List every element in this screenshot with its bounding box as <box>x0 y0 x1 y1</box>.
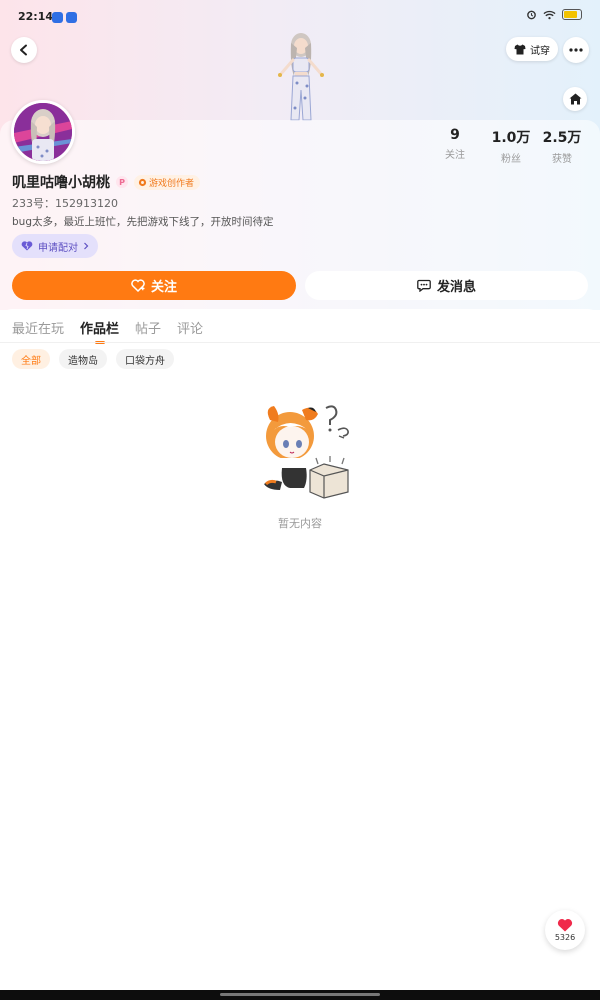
avatar-image <box>14 103 72 161</box>
stat-likes[interactable]: 2.5万 获赞 <box>537 127 587 165</box>
home-indicator[interactable] <box>220 993 380 996</box>
try-on-label: 试穿 <box>530 45 550 57</box>
stat-value: 2.5万 <box>542 130 582 146</box>
tab-divider <box>0 342 600 343</box>
notification-app-icon <box>52 12 63 23</box>
battery-icon <box>562 9 582 20</box>
filter-chip-all[interactable]: 全部 <box>12 349 50 369</box>
wifi-icon <box>543 10 556 19</box>
profile-tabs: 最近在玩 作品栏 帖子 评论 <box>12 318 203 340</box>
alarm-icon <box>527 10 536 20</box>
back-icon <box>20 44 27 56</box>
level-badge[interactable]: P <box>116 176 128 188</box>
stat-value: 1.0万 <box>491 130 531 146</box>
home-button[interactable] <box>563 87 587 111</box>
notification-app-icon-2 <box>66 12 77 23</box>
match-button[interactable]: 申请配对 <box>12 234 98 258</box>
stat-label: 获赞 <box>552 154 572 165</box>
avatar[interactable] <box>11 100 75 164</box>
shirt-icon <box>514 44 526 54</box>
like-count: 5326 <box>554 933 576 942</box>
home-icon <box>569 93 581 105</box>
more-button[interactable] <box>563 37 589 63</box>
filter-chip-creation-island[interactable]: 造物岛 <box>59 349 107 369</box>
profile-page: 22:14 试穿 9 关注 1.0万 粉丝 2.5万 获赞 叽里咕噜小胡桃 P … <box>0 0 600 1000</box>
follow-heart-icon <box>131 279 145 292</box>
chat-icon <box>417 279 431 292</box>
username-row: 叽里咕噜小胡桃 P 游戏创作者 <box>12 172 201 192</box>
follow-label: 关注 <box>150 280 177 295</box>
tab-recently-played[interactable]: 最近在玩 <box>12 318 64 340</box>
match-label: 申请配对 <box>38 242 78 254</box>
stat-label: 关注 <box>445 150 465 161</box>
message-button[interactable]: 发消息 <box>305 271 588 300</box>
username: 叽里咕噜小胡桃 <box>12 175 110 191</box>
tab-posts[interactable]: 帖子 <box>135 318 161 340</box>
character-figure <box>278 33 324 121</box>
creator-badge-label: 游戏创作者 <box>149 178 195 189</box>
tab-comments[interactable]: 评论 <box>177 318 203 340</box>
stats-row: 9 关注 1.0万 粉丝 2.5万 获赞 <box>420 127 600 167</box>
status-time: 22:14 <box>18 10 54 23</box>
empty-state-illustration <box>264 405 349 499</box>
stat-label: 粉丝 <box>501 154 521 165</box>
follow-button[interactable]: 关注 <box>12 271 296 300</box>
chevron-right-icon <box>84 242 89 250</box>
stat-followers[interactable]: 1.0万 粉丝 <box>486 127 536 165</box>
creator-icon <box>138 178 147 186</box>
heart-icon <box>557 919 573 932</box>
filter-chip-pocket-ark[interactable]: 口袋方舟 <box>116 349 174 369</box>
back-button[interactable] <box>11 37 37 63</box>
heart-broken-icon <box>21 241 33 251</box>
empty-state-text: 暂无内容 <box>278 517 322 530</box>
more-icon <box>569 48 583 52</box>
try-on-button[interactable]: 试穿 <box>506 37 558 61</box>
filter-chips: 全部 造物岛 口袋方舟 <box>12 349 174 369</box>
stat-following[interactable]: 9 关注 <box>430 127 480 161</box>
user-id: 233号：152913120 <box>12 197 118 210</box>
bio: bug太多，最近上班忙，先把游戏下线了，开放时间待定 <box>12 216 274 228</box>
creator-badge[interactable]: 游戏创作者 <box>134 174 201 190</box>
like-fab[interactable]: 5326 <box>545 910 585 950</box>
stat-value: 9 <box>450 127 460 143</box>
tab-works[interactable]: 作品栏 <box>80 318 119 340</box>
status-indicators <box>526 9 582 20</box>
message-label: 发消息 <box>436 280 476 295</box>
